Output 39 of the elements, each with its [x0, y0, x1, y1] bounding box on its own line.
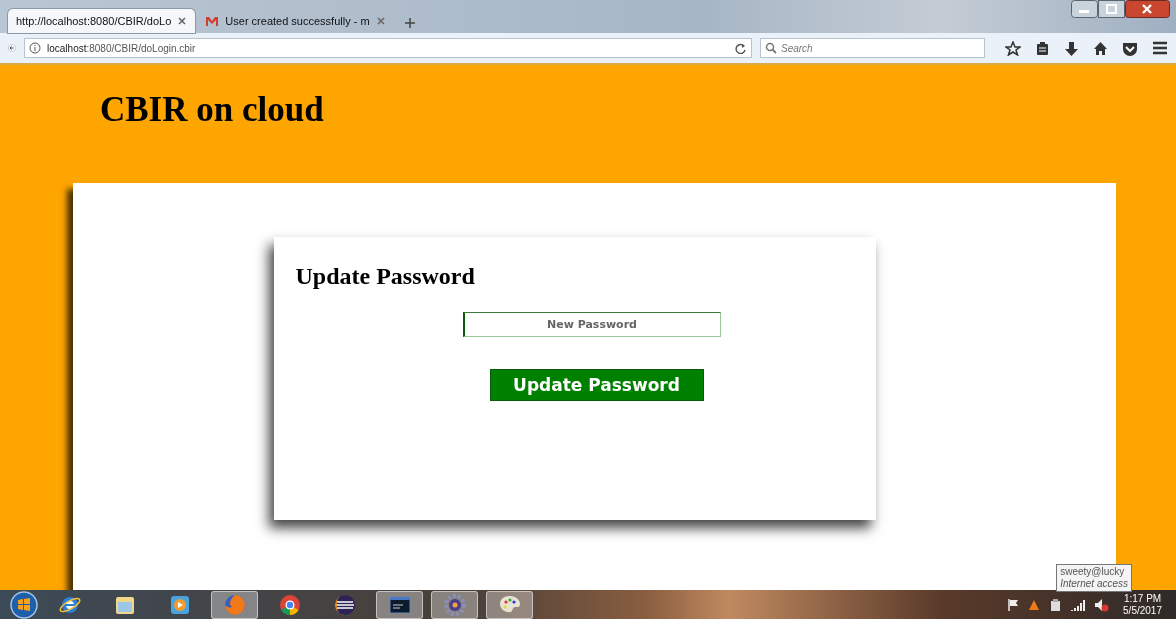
star-icon[interactable]	[1005, 40, 1021, 56]
home-icon[interactable]	[1093, 40, 1108, 56]
sphere-icon	[332, 592, 357, 617]
password-field[interactable]: New Password	[462, 312, 721, 337]
clock-time: 1:17 PM	[1123, 592, 1162, 605]
close-icon[interactable]	[177, 16, 188, 26]
network-tooltip: sweety@lucky Internet access	[1056, 564, 1132, 592]
info-icon[interactable]	[29, 42, 41, 54]
taskbar-app[interactable]	[211, 590, 258, 619]
taskbar-app[interactable]	[431, 590, 478, 619]
speaker-icon[interactable]	[1094, 597, 1110, 612]
pocket-icon[interactable]	[1122, 40, 1138, 56]
search-icon	[765, 42, 777, 54]
mail-icon	[205, 15, 220, 27]
close-icon[interactable]	[1125, 0, 1170, 18]
taskbar-app[interactable]	[486, 590, 533, 619]
signal-icon[interactable]	[1070, 597, 1087, 612]
globe-icon	[222, 592, 247, 617]
new-tab-icon[interactable]	[403, 17, 416, 29]
form-heading: Update Password	[295, 263, 475, 290]
circle-icon	[277, 592, 302, 617]
device-icon[interactable]	[1049, 597, 1063, 612]
browser-tab[interactable]: http://localhost:8080/CBIR/doLo	[8, 9, 196, 33]
clock-date: 5/5/2017	[1123, 604, 1162, 617]
flag-icon[interactable]	[1007, 597, 1020, 612]
update-password-button[interactable]: Update Password	[489, 369, 704, 401]
reload-icon[interactable]	[734, 42, 747, 54]
site-title: CBIR on cloud	[100, 90, 324, 130]
gear-icon	[442, 592, 467, 617]
download-icon[interactable]	[1064, 40, 1079, 56]
menu-icon[interactable]	[1152, 40, 1168, 56]
maximize-icon[interactable]	[1098, 0, 1125, 18]
clipboard-icon[interactable]	[1035, 40, 1050, 56]
minimize-icon[interactable]	[1071, 0, 1098, 18]
taskbar-app[interactable]	[376, 590, 423, 619]
start-icon[interactable]	[10, 590, 38, 619]
address-field[interactable]: localhost:8080/CBIR/doLogin.cbir	[24, 38, 752, 58]
browser-tab[interactable]: User created successfully - m	[197, 9, 394, 33]
search-field[interactable]: Search	[760, 38, 985, 58]
